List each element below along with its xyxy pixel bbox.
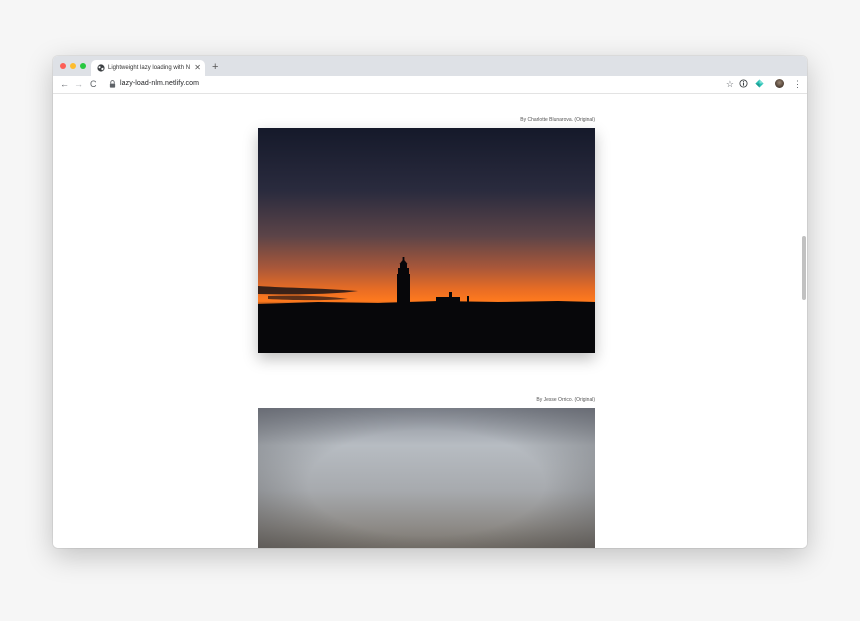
tab-strip: Lightweight lazy loading with N ✕ + (53, 56, 807, 76)
browser-window: Lightweight lazy loading with N ✕ + ← → … (53, 56, 807, 548)
avatar[interactable] (775, 79, 784, 88)
photo-credit: By Charlotte Blunarova. (Original) (520, 117, 595, 123)
more-menu-icon[interactable]: ⋮ (793, 78, 802, 90)
lock-icon[interactable] (109, 80, 116, 88)
bookmark-star-icon[interactable]: ☆ (726, 78, 734, 90)
info-extension-icon[interactable] (739, 79, 748, 88)
tab-active[interactable]: Lightweight lazy loading with N ✕ (91, 60, 205, 76)
reload-button[interactable]: C (90, 78, 97, 90)
close-window-button[interactable] (60, 63, 66, 69)
back-button[interactable]: ← (60, 78, 69, 90)
blurred-placeholder-photo (258, 408, 595, 548)
diamond-extension-icon[interactable] (755, 79, 764, 88)
maximize-window-button[interactable] (80, 63, 86, 69)
minimize-window-button[interactable] (70, 63, 76, 69)
lighthouse-sunset-photo (258, 128, 595, 353)
photo-image (258, 408, 595, 548)
page-content: By Charlotte Blunarova. (Original) By Je… (53, 94, 807, 548)
url-text[interactable]: lazy-load-nlm.netlify.com (120, 78, 199, 90)
address-bar[interactable]: lazy-load-nlm.netlify.com ☆ (105, 78, 739, 90)
globe-icon (97, 64, 105, 72)
new-tab-button[interactable]: + (212, 60, 218, 74)
tab-close-icon[interactable]: ✕ (194, 62, 201, 74)
tab-title: Lightweight lazy loading with N (108, 65, 190, 71)
photo-credit: By Jesse Orrico. (Original) (536, 397, 595, 403)
page-scrollbar[interactable] (802, 236, 806, 300)
photo-image (258, 128, 595, 353)
browser-toolbar: ← → C lazy-load-nlm.netlify.com ☆ ⋮ (53, 76, 807, 94)
forward-button[interactable]: → (74, 78, 83, 90)
